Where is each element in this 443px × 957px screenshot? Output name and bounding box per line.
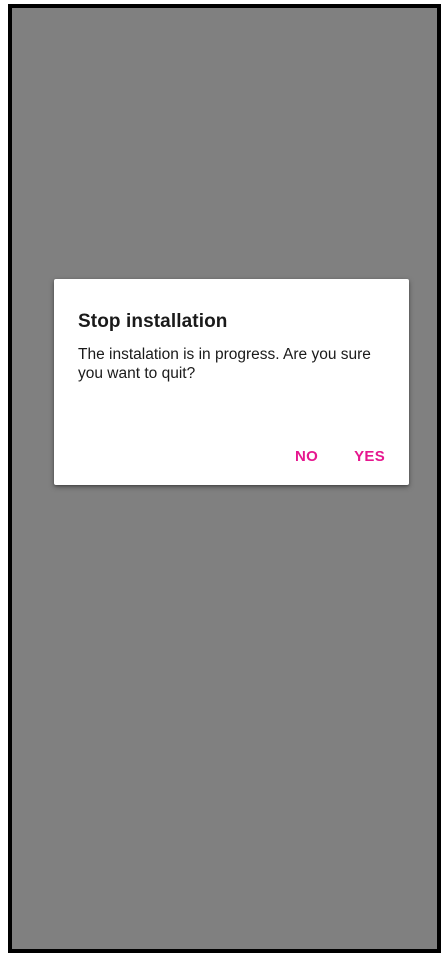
dialog-actions: NO YES (295, 448, 385, 465)
dialog-message: The instalation is in progress. Are you … (78, 346, 371, 382)
no-button[interactable]: NO (295, 448, 318, 465)
yes-button[interactable]: YES (354, 448, 385, 465)
stop-installation-dialog: Stop installation The instalation is in … (54, 279, 409, 485)
phone-frame: Stop installation The instalation is in … (8, 4, 441, 953)
dialog-title: Stop installation (78, 311, 228, 332)
